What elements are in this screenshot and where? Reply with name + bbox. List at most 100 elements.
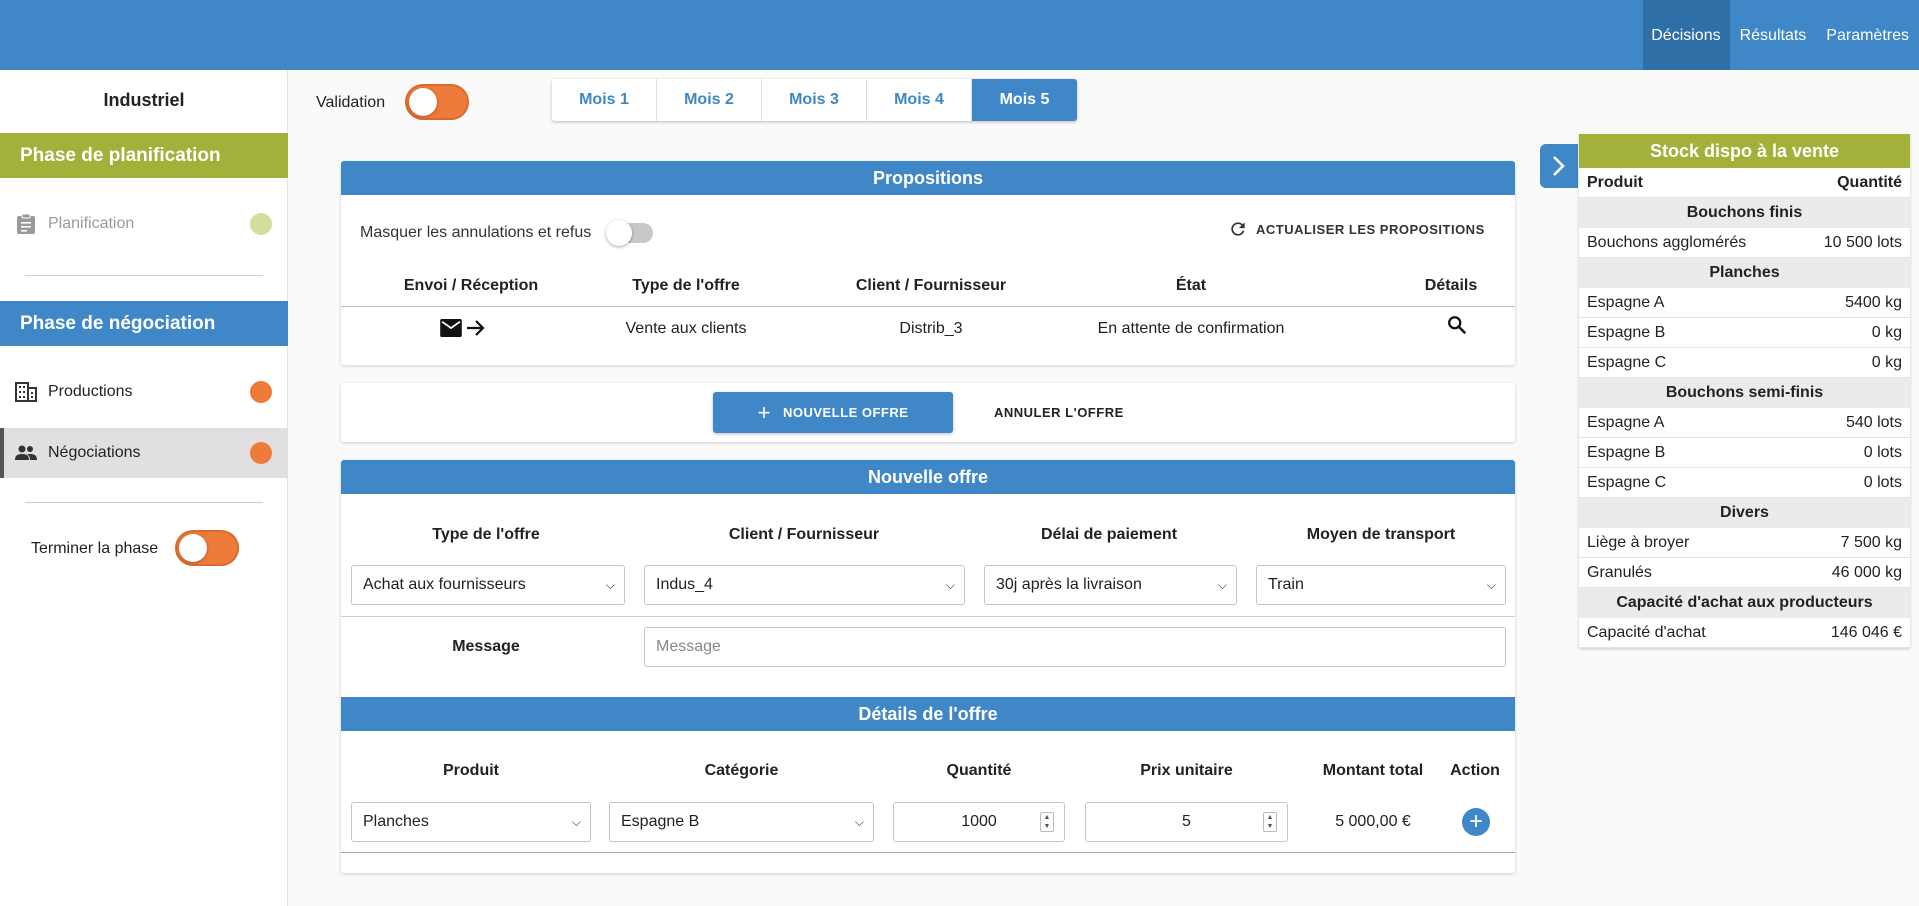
divider: [341, 616, 1515, 617]
stock-group-title: Divers: [1579, 498, 1910, 528]
product-value: Planches: [363, 813, 429, 830]
stock-qty: 10 500 lots: [1823, 234, 1902, 251]
stock-col-quantity: Quantité: [1837, 174, 1902, 191]
tab-mois-3[interactable]: Mois 3: [762, 79, 867, 121]
col-etat: État: [1175, 277, 1207, 294]
phase-negotiation-header: Phase de négociation: [0, 301, 288, 346]
validation-label: Validation: [316, 94, 386, 111]
refresh-label: ACTUALISER LES PROPOSITIONS: [1256, 221, 1485, 237]
chevron-down-icon: ⌵: [854, 815, 864, 829]
sidebar-item-productions[interactable]: Productions: [0, 367, 288, 417]
col-client-fournisseur: Client / Fournisseur: [855, 277, 1007, 294]
offer-actions-card: + NOUVELLE OFFRE ANNULER L'OFFRE: [341, 383, 1515, 442]
stock-qty: 0 kg: [1871, 354, 1902, 371]
stepper-arrows-icon[interactable]: ▲ ▼: [1040, 812, 1054, 832]
search-icon[interactable]: [1446, 314, 1468, 341]
stock-product: Espagne C: [1587, 474, 1667, 491]
mail-icon: [440, 319, 462, 337]
hide-cancellations-label: Masquer les annulations et refus: [360, 224, 592, 241]
nav-results[interactable]: Résultats: [1730, 0, 1817, 70]
new-offer-label: NOUVELLE OFFRE: [782, 405, 909, 420]
stock-panel: Stock dispo à la vente Produit Quantité …: [1579, 134, 1910, 648]
sidebar-item-label: Productions: [48, 383, 133, 400]
message-input[interactable]: Message: [644, 627, 1506, 667]
proposals-card: Propositions Masquer les annulations et …: [341, 161, 1515, 365]
tab-mois-4[interactable]: Mois 4: [867, 79, 972, 121]
nav-decisions[interactable]: Décisions: [1643, 0, 1730, 70]
total-amount: 5 000,00 €: [1335, 813, 1411, 830]
offer-type-select[interactable]: Achat aux fournisseurs ⌵: [351, 565, 625, 605]
refresh-proposals-button[interactable]: ACTUALISER LES PROPOSITIONS: [1228, 219, 1485, 239]
stock-group-title: Bouchons finis: [1579, 198, 1910, 228]
chevron-down-icon: ⌵: [945, 578, 955, 592]
collapse-panel-button[interactable]: [1540, 144, 1578, 188]
stock-group-title: Capacité d'achat aux producteurs: [1579, 588, 1910, 618]
nav-settings[interactable]: Paramètres: [1816, 0, 1919, 70]
col-categorie: Catégorie: [704, 762, 779, 779]
col-prix-unitaire: Prix unitaire: [1140, 762, 1233, 779]
sidebar: Industriel Phase de planification Planif…: [0, 70, 288, 906]
month-tabs: Mois 1 Mois 2 Mois 3 Mois 4 Mois 5: [552, 79, 1077, 121]
stock-qty: 0 lots: [1863, 444, 1902, 461]
tab-mois-1[interactable]: Mois 1: [552, 79, 657, 121]
stock-product: Espagne B: [1587, 444, 1666, 461]
finish-phase-toggle[interactable]: [175, 530, 239, 566]
quantity-value: 1000: [961, 813, 997, 830]
unit-price-input[interactable]: 5 ▲ ▼: [1085, 802, 1288, 842]
new-offer-button[interactable]: + NOUVELLE OFFRE: [713, 392, 953, 433]
tab-mois-5[interactable]: Mois 5: [972, 79, 1077, 121]
list-item: Espagne A 5400 kg: [1579, 288, 1910, 318]
list-item: Espagne B 0 kg: [1579, 318, 1910, 348]
col-payment-delay: Délai de paiement: [1040, 526, 1178, 543]
sidebar-title: Industriel: [103, 90, 185, 110]
new-offer-card: Nouvelle offre Type de l'offre Client / …: [341, 460, 1515, 873]
sidebar-item-negotiations[interactable]: Négociations: [0, 428, 288, 478]
partner-value: Indus_4: [656, 576, 713, 593]
col-partner: Client / Fournisseur: [728, 526, 880, 543]
product-select[interactable]: Planches ⌵: [351, 802, 591, 842]
add-line-icon[interactable]: +: [1462, 808, 1490, 836]
stock-qty: 540 lots: [1845, 414, 1902, 431]
divider: [341, 306, 1515, 307]
quantity-input[interactable]: 1000 ▲ ▼: [893, 802, 1065, 842]
category-select[interactable]: Espagne B ⌵: [609, 802, 874, 842]
hide-cancellations-toggle[interactable]: [606, 220, 653, 246]
clipboard-icon: [14, 212, 38, 236]
list-item: Granulés 46 000 kg: [1579, 558, 1910, 588]
col-type-offre: Type de l'offre: [632, 277, 740, 294]
toggle-knob: [606, 220, 632, 246]
col-offer-type: Type de l'offre: [432, 526, 540, 543]
col-quantite: Quantité: [946, 762, 1012, 779]
col-details: Détails: [1424, 277, 1478, 294]
status-dot: [250, 442, 272, 464]
stock-qty: 146 046 €: [1830, 624, 1902, 641]
people-icon: [14, 441, 38, 465]
sidebar-item-planning[interactable]: Planification: [0, 199, 288, 249]
sidebar-item-label: Planification: [48, 215, 135, 232]
new-offer-title: Nouvelle offre: [341, 460, 1515, 494]
chevron-down-icon: ⌵: [1486, 578, 1496, 592]
col-produit: Produit: [443, 762, 499, 779]
offer-type-value: Achat aux fournisseurs: [363, 576, 526, 593]
payment-delay-select[interactable]: 30j après la livraison ⌵: [984, 565, 1237, 605]
phase-planning-header: Phase de planification: [0, 133, 288, 178]
category-value: Espagne B: [621, 813, 700, 830]
validation-toggle[interactable]: [405, 84, 469, 120]
stock-col-product: Produit: [1587, 174, 1643, 191]
sidebar-item-label: Négociations: [48, 444, 141, 461]
cancel-offer-button[interactable]: ANNULER L'OFFRE: [994, 405, 1124, 420]
top-bar: Décisions Résultats Paramètres: [0, 0, 1919, 70]
list-item: Capacité d'achat 146 046 €: [1579, 618, 1910, 648]
payment-delay-value: 30j après la livraison: [996, 576, 1142, 593]
tab-mois-2[interactable]: Mois 2: [657, 79, 762, 121]
transport-value: Train: [1268, 576, 1304, 593]
stock-header-row: Produit Quantité: [1579, 168, 1910, 198]
stock-product: Espagne B: [1587, 324, 1666, 341]
stock-product: Granulés: [1587, 564, 1652, 581]
stock-group-title: Planches: [1579, 258, 1910, 288]
partner-select[interactable]: Indus_4 ⌵: [644, 565, 965, 605]
stepper-arrows-icon[interactable]: ▲ ▼: [1263, 812, 1277, 832]
status-dot: [250, 213, 272, 235]
toggle-knob: [179, 534, 207, 562]
transport-select[interactable]: Train ⌵: [1256, 565, 1506, 605]
